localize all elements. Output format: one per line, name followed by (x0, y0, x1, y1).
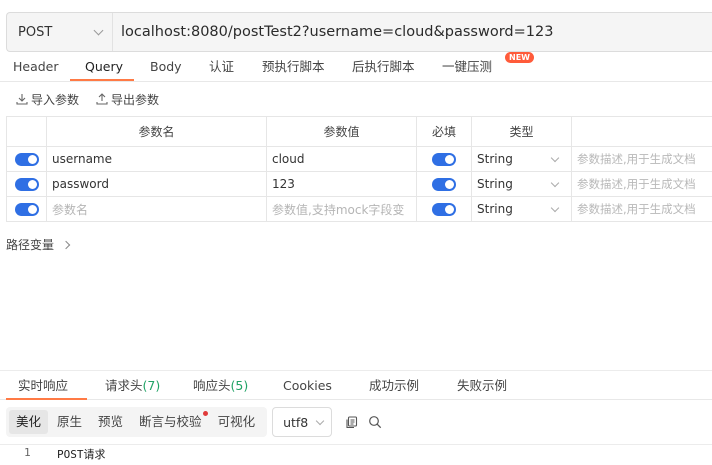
required-cell (416, 171, 472, 197)
param-value-placeholder[interactable]: 参数值,支持mock字段变 (266, 196, 417, 222)
col-name-header: 参数名 (46, 116, 267, 147)
tab-auth[interactable]: 认证 (209, 52, 234, 82)
enable-cell (6, 171, 47, 197)
required-toggle[interactable] (432, 203, 456, 216)
type-select[interactable]: String (471, 196, 572, 222)
response-tabs: 实时响应 请求头(7) 响应头(5) Cookies 成功示例 失败示例 (0, 370, 712, 400)
col-enable-header (6, 116, 47, 147)
export-icon (96, 93, 108, 105)
type-label: String (477, 202, 513, 216)
param-desc-input[interactable]: 参数描述,用于生成文档 (571, 146, 712, 172)
chevron-right-icon (61, 240, 71, 249)
response-toolbar: 美化 原生 预览 断言与校验 可视化 utf8 (6, 407, 384, 437)
response-headers-count: (5) (230, 378, 249, 393)
method-select[interactable]: POST (7, 13, 113, 51)
table-row: password 123 String 参数描述,用于生成文档 (6, 171, 712, 197)
encoding-label: utf8 (283, 414, 309, 430)
chevron-down-icon (550, 153, 560, 162)
required-toggle[interactable] (432, 178, 456, 191)
search-button[interactable] (366, 413, 384, 431)
param-name-input[interactable]: username (46, 146, 267, 172)
tab-query[interactable]: Query (85, 52, 123, 82)
col-required-header: 必填 (416, 116, 472, 147)
url-input[interactable]: localhost:8080/postTest2?username=cloud&… (113, 24, 553, 40)
enable-toggle[interactable] (14, 153, 39, 166)
active-response-tab-indicator (6, 398, 87, 400)
tab-body[interactable]: Body (150, 52, 182, 82)
enable-cell (6, 196, 47, 222)
path-variables-toggle[interactable]: 路径变量 (6, 236, 71, 253)
required-toggle[interactable] (432, 153, 456, 166)
view-preview-button[interactable]: 预览 (91, 410, 130, 434)
active-tab-indicator (70, 79, 134, 81)
enable-toggle[interactable] (14, 203, 39, 216)
tab-post-script[interactable]: 后执行脚本 (352, 52, 415, 82)
tab-response-headers-label: 响应头 (193, 378, 231, 393)
table-row-new: 参数名 参数值,支持mock字段变 String 参数描述,用于生成文档 (6, 196, 712, 222)
tab-response-headers[interactable]: 响应头(5) (193, 371, 248, 400)
new-badge: NEW (505, 52, 534, 63)
view-visualize-button[interactable]: 可视化 (211, 410, 263, 434)
view-beautify-button[interactable]: 美化 (9, 410, 49, 434)
tab-load-test[interactable]: 一键压测 (442, 52, 492, 82)
view-assert-label: 断言与校验 (139, 414, 202, 429)
type-label: String (477, 152, 513, 166)
line-number: 1 (24, 446, 31, 459)
table-row: username cloud String 参数描述,用于生成文档 (6, 146, 712, 172)
tab-header[interactable]: Header (13, 52, 59, 82)
view-mode-group: 美化 原生 预览 断言与校验 可视化 (6, 407, 268, 437)
col-type-header: 类型 (471, 116, 572, 147)
export-params-button[interactable]: 导出参数 (96, 90, 159, 108)
type-label: String (477, 177, 513, 191)
chevron-down-icon (550, 203, 560, 212)
table-header-row: 参数名 参数值 必填 类型 (6, 116, 712, 147)
copy-icon (346, 415, 357, 428)
tab-request-headers[interactable]: 请求头(7) (105, 371, 160, 400)
col-value-header: 参数值 (266, 116, 417, 147)
request-headers-count: (7) (142, 378, 161, 393)
tab-cookies[interactable]: Cookies (283, 371, 332, 400)
encoding-select[interactable]: utf8 (272, 407, 333, 437)
param-value-input[interactable]: 123 (266, 171, 417, 197)
type-select[interactable]: String (471, 146, 572, 172)
params-table: 参数名 参数值 必填 类型 username cloud String 参数描述… (6, 116, 712, 222)
import-params-label: 导入参数 (31, 92, 80, 107)
chevron-down-icon (315, 416, 325, 425)
notification-dot (202, 411, 208, 416)
view-assert-button[interactable]: 断言与校验 (132, 410, 209, 434)
required-cell (416, 146, 472, 172)
param-desc-input[interactable]: 参数描述,用于生成文档 (571, 196, 712, 222)
request-tabs: Header Query Body 认证 预执行脚本 后执行脚本 一键压测 (0, 52, 712, 82)
code-line: POST请求 (57, 448, 106, 461)
enable-toggle[interactable] (14, 178, 39, 191)
search-icon (369, 416, 382, 429)
chevron-down-icon (93, 25, 104, 35)
copy-button[interactable] (342, 413, 360, 431)
method-label: POST (18, 24, 53, 40)
chevron-down-icon (550, 178, 560, 187)
tab-live-response[interactable]: 实时响应 (18, 371, 68, 400)
tab-success-example[interactable]: 成功示例 (369, 371, 419, 400)
param-value-input[interactable]: cloud (266, 146, 417, 172)
param-name-placeholder[interactable]: 参数名 (46, 196, 267, 222)
param-name-input[interactable]: password (46, 171, 267, 197)
tab-fail-example[interactable]: 失败示例 (457, 371, 507, 400)
url-bar: POST localhost:8080/postTest2?username=c… (6, 12, 712, 52)
type-select[interactable]: String (471, 171, 572, 197)
tab-request-headers-label: 请求头 (105, 378, 143, 393)
enable-cell (6, 146, 47, 172)
col-desc-header (571, 116, 712, 147)
param-desc-input[interactable]: 参数描述,用于生成文档 (571, 171, 712, 197)
path-variables-label: 路径变量 (6, 238, 55, 252)
response-body[interactable]: 1 POST请求 (0, 444, 712, 465)
import-icon (16, 94, 28, 105)
view-raw-button[interactable]: 原生 (50, 410, 89, 434)
export-params-label: 导出参数 (111, 92, 160, 107)
tab-pre-script[interactable]: 预执行脚本 (262, 52, 325, 82)
import-params-button[interactable]: 导入参数 (16, 90, 79, 108)
required-cell (416, 196, 472, 222)
